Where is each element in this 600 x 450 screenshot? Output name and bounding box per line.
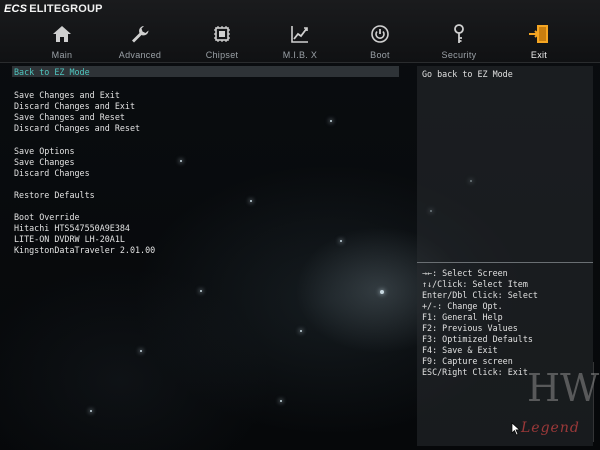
key-icon	[454, 24, 464, 43]
performance-graph-icon	[291, 26, 308, 43]
save-options-heading: Save Options	[14, 146, 75, 156]
menu-item-discard-changes[interactable]: Discard Changes	[14, 168, 90, 178]
key-hint: F9: Capture screen	[422, 356, 513, 366]
key-hint: Enter/Dbl Click: Select	[422, 290, 538, 300]
menu-item-restore-defaults[interactable]: Restore Defaults	[14, 190, 95, 200]
boot-device-item[interactable]: KingstonDataTraveler 2.01.00	[14, 245, 155, 255]
menu-item-discard-reset[interactable]: Discard Changes and Reset	[14, 123, 140, 133]
tab-label: Advanced	[118, 50, 162, 60]
tab-boot[interactable]: Boot	[340, 20, 420, 60]
key-hint: ESC/Right Click: Exit	[422, 367, 528, 377]
tab-label: Boot	[370, 50, 390, 60]
tab-label: M.I.B. X	[282, 50, 318, 60]
item-help-text: Go back to EZ Mode	[422, 69, 513, 79]
tab-chipset[interactable]: Chipset	[182, 20, 262, 60]
back-to-ez-mode-item[interactable]: Back to EZ Mode	[14, 67, 90, 77]
exit-door-icon	[529, 25, 548, 43]
tab-label: Main	[51, 50, 73, 60]
tab-label: Chipset	[205, 50, 239, 60]
tab-security[interactable]: Security	[419, 20, 499, 60]
home-icon	[53, 26, 71, 42]
tab-label: Exit	[530, 50, 548, 60]
menu-item-discard-exit[interactable]: Discard Changes and Exit	[14, 101, 135, 111]
brand-logo: ECS ELITEGROUP	[4, 3, 103, 15]
tab-label: Security	[441, 50, 477, 60]
top-navigation-bar: ECS ELITEGROUP Main Advanced Chipset M.I.…	[0, 0, 600, 63]
key-hint: F1: General Help	[422, 312, 503, 322]
wrench-icon	[132, 26, 149, 43]
menu-item-save-changes[interactable]: Save Changes	[14, 157, 75, 167]
tab-main[interactable]: Main	[22, 20, 102, 60]
watermark-logo: HW Legend	[513, 362, 599, 442]
power-icon	[371, 25, 389, 43]
key-hint: ↑↓/Click: Select Item	[422, 279, 528, 289]
boot-device-item[interactable]: Hitachi HTS547550A9E384	[14, 223, 130, 233]
key-hint: →←: Select Screen	[422, 268, 508, 278]
exit-menu-panel: Back to EZ Mode Save Changes and Exit Di…	[12, 66, 399, 446]
help-divider	[417, 262, 593, 263]
tab-mib-x[interactable]: M.I.B. X	[260, 20, 340, 60]
mouse-cursor-icon	[511, 422, 521, 436]
boot-device-item[interactable]: LITE-ON DVDRW LH-20A1L	[14, 234, 125, 244]
menu-item-save-exit[interactable]: Save Changes and Exit	[14, 90, 120, 100]
menu-item-save-reset[interactable]: Save Changes and Reset	[14, 112, 125, 122]
chip-icon	[214, 26, 230, 42]
tab-exit[interactable]: Exit	[499, 20, 579, 60]
key-hint: F3: Optimized Defaults	[422, 334, 533, 344]
key-hint: F4: Save & Exit	[422, 345, 498, 355]
boot-override-heading: Boot Override	[14, 212, 80, 222]
key-hint: F2: Previous Values	[422, 323, 518, 333]
tab-advanced[interactable]: Advanced	[100, 20, 180, 60]
key-hint: +/-: Change Opt.	[422, 301, 503, 311]
